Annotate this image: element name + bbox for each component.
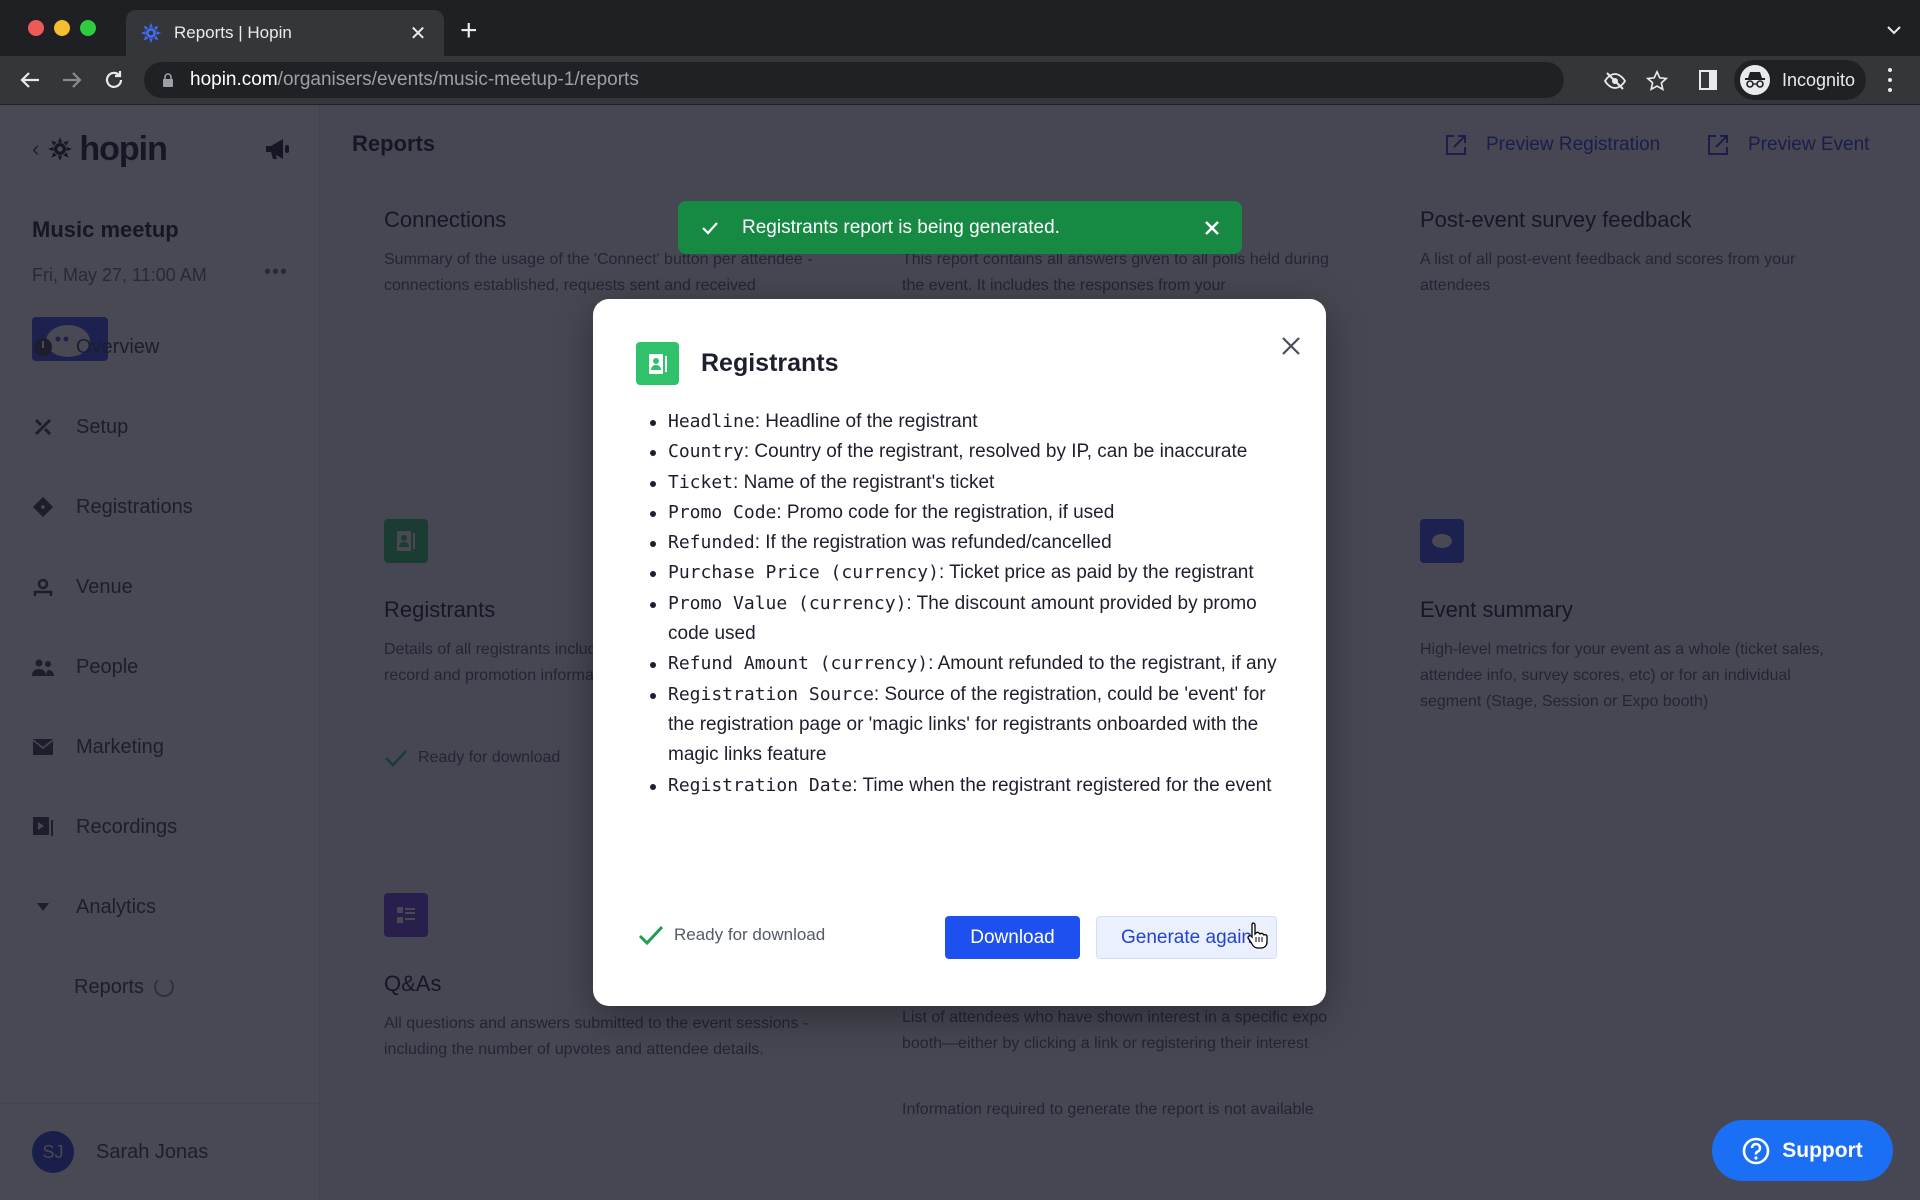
registrants-report-modal: Registrants Headline: Headline of the re… [593, 299, 1326, 1006]
toast-close-icon[interactable] [1202, 218, 1222, 238]
new-tab-button[interactable]: + [460, 14, 478, 48]
field-key: Refunded [668, 532, 755, 554]
list-item: Promo Value (currency): The discount amo… [646, 589, 1296, 650]
field-description: : Promo code for the registration, if us… [776, 501, 1115, 523]
report-status-text: Ready for download [674, 925, 826, 944]
field-description: : Headline of the registrant [754, 411, 978, 432]
incognito-label: Incognito [1782, 69, 1856, 90]
field-key: Registration Source [668, 683, 874, 705]
list-item: Registration Date: Time when the registr… [646, 771, 1296, 801]
generate-again-button[interactable]: Generate again [1096, 916, 1277, 959]
field-key: Ticket [668, 471, 734, 493]
address-bar[interactable]: hopin.com/organisers/events/music-meetup… [144, 62, 1668, 98]
tracking-protection-eye-off-icon[interactable] [1604, 70, 1626, 92]
tab-title: Reports | Hopin [174, 23, 292, 42]
browser-tab-active[interactable]: Reports | Hopin ✕ [126, 10, 444, 56]
list-item: Promo Code: Promo code for the registrat… [646, 498, 1296, 528]
list-item: Ticket: Name of the registrant's ticket [646, 468, 1296, 498]
check-icon [638, 925, 664, 946]
modal-footer: Ready for download Download Generate aga… [638, 916, 1284, 960]
url-path: /organisers/events/music-meetup-1/report… [277, 69, 639, 90]
field-description: : Country of the registrant, resolved by… [743, 441, 1248, 463]
field-description: : If the registration was refunded/cance… [754, 532, 1112, 554]
check-icon [702, 221, 718, 235]
lock-icon [162, 73, 174, 87]
tab-close-icon[interactable]: ✕ [406, 21, 430, 46]
tab-search-chevron-icon[interactable] [1886, 22, 1902, 40]
field-key: Refund Amount (currency) [668, 653, 929, 675]
list-item: Refund Amount (currency): Amount refunde… [646, 649, 1296, 679]
list-item: Refunded: If the registration was refund… [646, 528, 1296, 558]
field-key: Promo Value (currency) [668, 592, 907, 614]
list-item: Purchase Price (currency): Ticket price … [646, 558, 1296, 588]
field-key: Purchase Price (currency) [668, 562, 939, 584]
window-maximize-button[interactable] [80, 20, 96, 36]
field-key: Promo Code [668, 501, 777, 523]
side-panel-icon[interactable] [1694, 66, 1722, 94]
window-minimize-button[interactable] [54, 20, 70, 36]
browser-tabstrip: Reports | Hopin ✕ + [0, 0, 1920, 56]
incognito-profile-button[interactable]: Incognito [1734, 60, 1866, 100]
field-key: Registration Date [668, 774, 853, 796]
reload-icon[interactable] [100, 66, 128, 94]
report-status: Ready for download [638, 924, 825, 946]
browser-toolbar: hopin.com/organisers/events/music-meetup… [0, 56, 1920, 104]
field-key: Country [668, 441, 744, 463]
forward-arrow-icon[interactable] [58, 66, 86, 94]
modal-header: Registrants [636, 342, 839, 385]
hopin-favicon-icon [140, 22, 162, 44]
report-field-list: Headline: Headline of the registrant Cou… [646, 407, 1296, 801]
support-label: Support [1782, 1138, 1863, 1162]
list-item: Country: Country of the registrant, reso… [646, 437, 1296, 467]
help-circle-icon [1742, 1137, 1770, 1164]
field-key: Headline [668, 411, 755, 432]
field-description: : Ticket price as paid by the registrant [938, 562, 1254, 584]
list-item: Registration Source: Source of the regis… [646, 680, 1296, 771]
browser-menu-kebab-icon[interactable] [1884, 68, 1896, 92]
modal-title: Registrants [701, 349, 839, 377]
download-button[interactable]: Download [945, 916, 1080, 959]
field-description: : Amount refunded to the registrant, if … [928, 653, 1277, 675]
window-close-button[interactable] [28, 20, 44, 36]
url-host: hopin.com [190, 69, 278, 90]
toast-report-name: Registrants [742, 216, 839, 238]
modal-close-icon[interactable] [1280, 335, 1302, 357]
support-button[interactable]: Support [1712, 1120, 1893, 1181]
incognito-icon [1740, 65, 1770, 95]
field-description: : Time when the registrant registered fo… [852, 774, 1272, 796]
registrants-icon [636, 342, 679, 385]
toast-message: Registrants report is being generated. [742, 217, 1202, 239]
bookmark-star-icon[interactable] [1646, 70, 1668, 92]
back-arrow-icon[interactable] [16, 66, 44, 94]
field-description: : Name of the registrant's ticket [733, 471, 995, 493]
toast-text: report is being generated. [838, 216, 1060, 238]
list-item: Headline: Headline of the registrant [646, 407, 1296, 437]
toast-notification: Registrants report is being generated. [678, 201, 1242, 254]
